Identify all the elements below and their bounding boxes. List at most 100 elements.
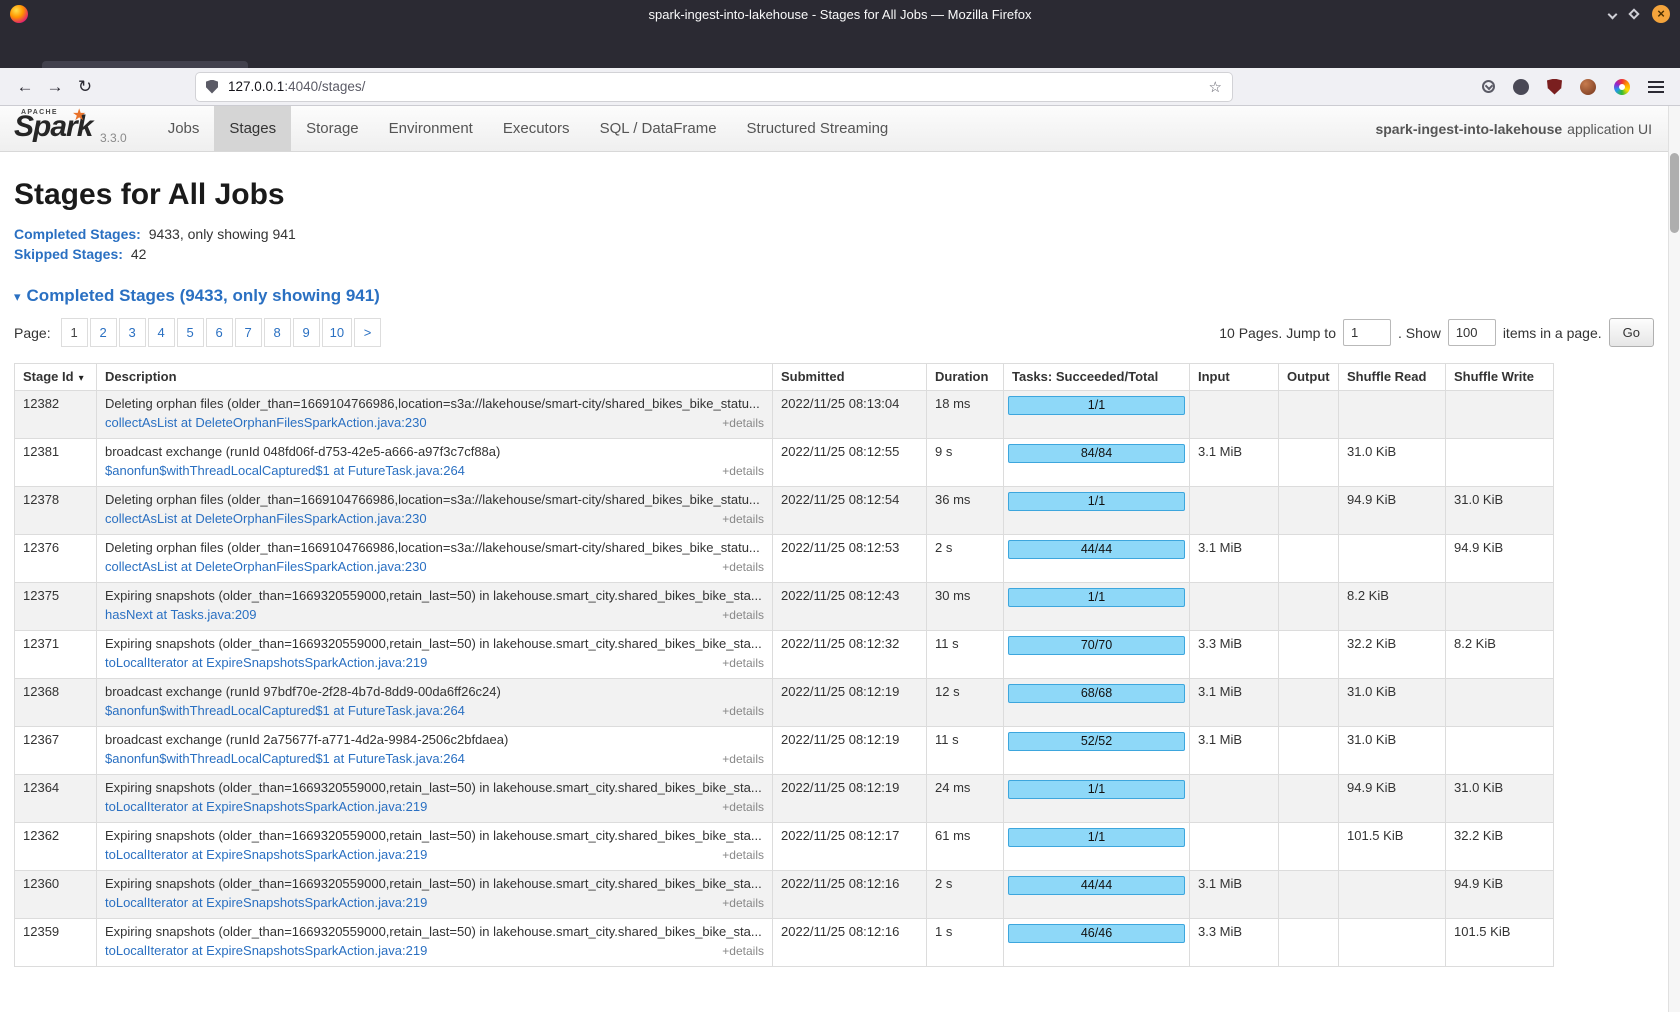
nav-item-label: Stages bbox=[229, 120, 276, 137]
input-cell bbox=[1190, 391, 1279, 439]
column-header[interactable]: Tasks: Succeeded/Total bbox=[1004, 364, 1190, 391]
completed-stages-label[interactable]: Completed Stages: bbox=[14, 226, 141, 242]
stage-callsite-link[interactable]: toLocalIterator at ExpireSnapshotsSparkA… bbox=[105, 847, 427, 862]
stage-details-toggle[interactable]: +details bbox=[722, 800, 764, 814]
stage-description-cell: Expiring snapshots (older_than=166932055… bbox=[97, 871, 773, 919]
column-header[interactable]: Stage Id▾ bbox=[15, 364, 97, 391]
column-header[interactable]: Duration bbox=[927, 364, 1004, 391]
completed-stages-section-toggle[interactable]: ▾Completed Stages (9433, only showing 94… bbox=[14, 286, 1654, 306]
menu-icon[interactable] bbox=[1648, 81, 1664, 93]
stage-details-toggle[interactable]: +details bbox=[722, 752, 764, 766]
submitted-cell: 2022/11/25 08:12:19 bbox=[773, 775, 927, 823]
shuffle-read-cell bbox=[1339, 871, 1446, 919]
stage-callsite-link[interactable]: toLocalIterator at ExpireSnapshotsSparkA… bbox=[105, 895, 427, 910]
stage-callsite-link[interactable]: toLocalIterator at ExpireSnapshotsSparkA… bbox=[105, 655, 427, 670]
column-header[interactable]: Submitted bbox=[773, 364, 927, 391]
output-cell bbox=[1279, 487, 1339, 535]
navigation-toolbar: ← → ↻ 127.0.0.1:4040/stages/ ☆ bbox=[0, 68, 1680, 106]
collapse-arrow-icon: ▾ bbox=[14, 289, 21, 304]
column-header-label: Duration bbox=[935, 369, 988, 384]
stage-link-line: toLocalIterator at ExpireSnapshotsSparkA… bbox=[105, 895, 764, 910]
extension-dark-circle-icon[interactable] bbox=[1513, 79, 1529, 95]
page-number-button[interactable]: 8 bbox=[264, 318, 291, 347]
stage-callsite-link[interactable]: $anonfun$withThreadLocalCaptured$1 at Fu… bbox=[105, 703, 465, 718]
stage-details-toggle[interactable]: +details bbox=[722, 512, 764, 526]
page-title: Stages for All Jobs bbox=[14, 178, 1654, 212]
stage-callsite-link[interactable]: collectAsList at DeleteOrphanFilesSparkA… bbox=[105, 511, 427, 526]
nav-item-environment[interactable]: Environment bbox=[374, 106, 488, 151]
stage-row: 12360 Expiring snapshots (older_than=166… bbox=[15, 871, 1554, 919]
stage-details-toggle[interactable]: +details bbox=[722, 896, 764, 910]
nav-item-structured-streaming[interactable]: Structured Streaming bbox=[732, 106, 904, 151]
stage-callsite-link[interactable]: $anonfun$withThreadLocalCaptured$1 at Fu… bbox=[105, 751, 465, 766]
stage-details-toggle[interactable]: +details bbox=[722, 704, 764, 718]
close-button[interactable]: × bbox=[1652, 5, 1670, 23]
page-number-button[interactable]: 2 bbox=[90, 318, 117, 347]
extension-pinwheel-icon[interactable] bbox=[1614, 79, 1630, 95]
column-header[interactable]: Input bbox=[1190, 364, 1279, 391]
stage-callsite-link[interactable]: hasNext at Tasks.java:209 bbox=[105, 607, 257, 622]
stage-description-text: Deleting orphan files (older_than=166910… bbox=[105, 492, 764, 507]
column-header[interactable]: Output bbox=[1279, 364, 1339, 391]
nav-item-jobs[interactable]: Jobs bbox=[153, 106, 215, 151]
bookmark-star-icon[interactable]: ☆ bbox=[1209, 78, 1222, 96]
nav-item-sql-dataframe[interactable]: SQL / DataFrame bbox=[585, 106, 732, 151]
url-bar[interactable]: 127.0.0.1:4040/stages/ ☆ bbox=[196, 73, 1232, 101]
stage-details-toggle[interactable]: +details bbox=[722, 656, 764, 670]
ublock-origin-icon[interactable] bbox=[1547, 79, 1562, 95]
page-number-button[interactable]: > bbox=[354, 318, 381, 347]
page-number-button[interactable]: 5 bbox=[177, 318, 204, 347]
stage-link-line: collectAsList at DeleteOrphanFilesSparkA… bbox=[105, 511, 764, 526]
stage-callsite-link[interactable]: collectAsList at DeleteOrphanFilesSparkA… bbox=[105, 415, 427, 430]
spark-content: Stages for All Jobs Completed Stages: 94… bbox=[0, 178, 1668, 967]
stage-callsite-link[interactable]: toLocalIterator at ExpireSnapshotsSparkA… bbox=[105, 943, 427, 958]
stage-details-toggle[interactable]: +details bbox=[722, 416, 764, 430]
stage-row: 12376 Deleting orphan files (older_than=… bbox=[15, 535, 1554, 583]
page-number-button[interactable]: 3 bbox=[119, 318, 146, 347]
page-number-button[interactable]: 10 bbox=[322, 318, 352, 347]
items-per-page-input[interactable] bbox=[1448, 319, 1496, 346]
page-number-button[interactable]: 4 bbox=[148, 318, 175, 347]
stage-details-toggle[interactable]: +details bbox=[722, 944, 764, 958]
minimize-button[interactable] bbox=[1609, 5, 1616, 23]
column-header[interactable]: Shuffle Read bbox=[1339, 364, 1446, 391]
nav-item-stages[interactable]: Stages bbox=[214, 106, 291, 151]
nav-item-storage[interactable]: Storage bbox=[291, 106, 374, 151]
forward-button[interactable]: → bbox=[40, 77, 70, 97]
stage-details-toggle[interactable]: +details bbox=[722, 848, 764, 862]
jump-page-input[interactable] bbox=[1343, 319, 1391, 346]
spark-logo[interactable]: APACHE Spark ★ bbox=[14, 106, 88, 151]
stage-callsite-link[interactable]: $anonfun$withThreadLocalCaptured$1 at Fu… bbox=[105, 463, 465, 478]
nav-item-label: Environment bbox=[389, 120, 473, 137]
tasks-progress-label: 44/44 bbox=[1081, 878, 1112, 892]
account-avatar-icon[interactable] bbox=[1580, 79, 1596, 95]
reload-button[interactable]: ↻ bbox=[70, 77, 100, 97]
stage-link-line: toLocalIterator at ExpireSnapshotsSparkA… bbox=[105, 799, 764, 814]
page-number-button[interactable]: 9 bbox=[293, 318, 320, 347]
completed-stages-line: Completed Stages: 9433, only showing 941 bbox=[14, 224, 1654, 244]
stage-details-toggle[interactable]: +details bbox=[722, 560, 764, 574]
page-number-button[interactable]: 7 bbox=[235, 318, 262, 347]
maximize-button[interactable] bbox=[1630, 5, 1638, 23]
page-number-button[interactable]: 1 bbox=[61, 318, 88, 347]
stage-details-toggle[interactable]: +details bbox=[722, 608, 764, 622]
save-to-pocket-icon[interactable] bbox=[1482, 80, 1495, 93]
stage-row: 12371 Expiring snapshots (older_than=166… bbox=[15, 631, 1554, 679]
back-button[interactable]: ← bbox=[10, 77, 40, 97]
nav-item-label: SQL / DataFrame bbox=[600, 120, 717, 137]
shuffle-write-cell: 94.9 KiB bbox=[1446, 871, 1554, 919]
stage-callsite-link[interactable]: toLocalIterator at ExpireSnapshotsSparkA… bbox=[105, 799, 427, 814]
go-button[interactable]: Go bbox=[1609, 318, 1654, 347]
stage-callsite-link[interactable]: collectAsList at DeleteOrphanFilesSparkA… bbox=[105, 559, 427, 574]
tracking-protection-shield-icon[interactable] bbox=[206, 80, 218, 94]
skipped-stages-label[interactable]: Skipped Stages: bbox=[14, 246, 123, 262]
scrollbar[interactable] bbox=[1668, 106, 1680, 1012]
tasks-progress-bar: 1/1 bbox=[1008, 780, 1185, 799]
page-number-button[interactable]: 6 bbox=[206, 318, 233, 347]
tasks-progress-bar: 46/46 bbox=[1008, 924, 1185, 943]
nav-item-executors[interactable]: Executors bbox=[488, 106, 585, 151]
stage-details-toggle[interactable]: +details bbox=[722, 464, 764, 478]
column-header[interactable]: Description bbox=[97, 364, 773, 391]
column-header[interactable]: Shuffle Write bbox=[1446, 364, 1554, 391]
scrollbar-thumb[interactable] bbox=[1670, 153, 1679, 233]
